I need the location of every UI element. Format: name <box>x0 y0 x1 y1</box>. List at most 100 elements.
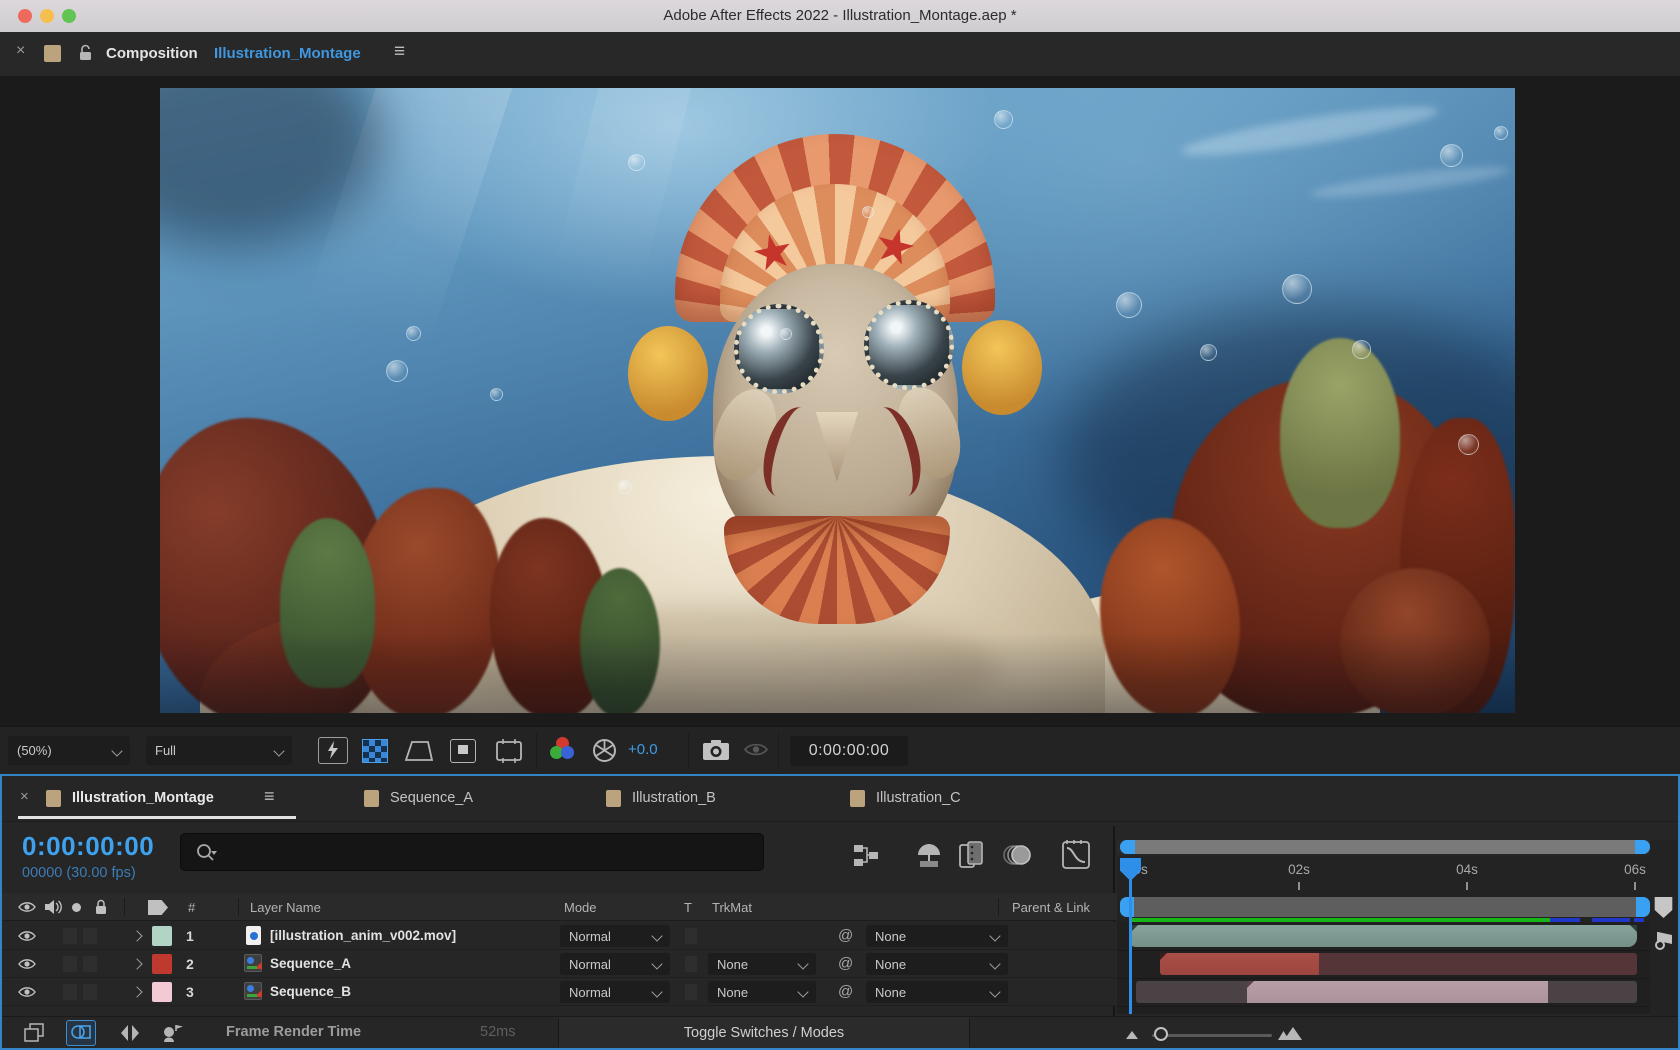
cache-indicator-green <box>1131 918 1550 922</box>
work-area-end-handle[interactable] <box>1636 897 1650 917</box>
tab-sequence-a[interactable]: Sequence_A <box>342 778 542 821</box>
work-area-bar[interactable] <box>1120 897 1650 917</box>
label-column-tag-icon <box>148 900 168 915</box>
navigator-start-handle[interactable] <box>1120 840 1135 854</box>
toggle-switches-modes-button[interactable]: Toggle Switches / Modes <box>559 1017 969 1048</box>
navigator-end-handle[interactable] <box>1635 840 1650 854</box>
zoom-out-mountain-icon[interactable] <box>1126 1031 1138 1039</box>
title-action-safe-icon[interactable] <box>450 739 476 763</box>
comp-marker-bin-icon[interactable] <box>1653 897 1674 918</box>
comp-panel-name[interactable]: Illustration_Montage <box>214 45 361 62</box>
expand-transfer-controls-icon[interactable] <box>66 1020 96 1046</box>
layer-twirl-icon[interactable] <box>131 986 142 997</box>
comp-panel-close-icon[interactable]: × <box>16 42 25 60</box>
layer-bar-3[interactable] <box>1247 981 1548 1003</box>
blend-mode-dropdown[interactable]: Normal <box>560 981 670 1003</box>
layer-name[interactable]: Sequence_A <box>270 956 351 971</box>
layer-row-3[interactable]: 3 Sequence_B Normal None @ None <box>2 978 1117 1006</box>
composition-panel-tab-bar: × Composition Illustration_Montage ≡ <box>0 32 1680 77</box>
layer-row-1[interactable]: 1 [illustration_anim_v002.mov] Normal @ … <box>2 922 1117 950</box>
preserve-transparency-cell[interactable] <box>684 983 698 1001</box>
tab-illustration-c[interactable]: Illustration_C <box>828 778 1028 821</box>
work-area-start-handle[interactable] <box>1120 897 1134 917</box>
toggle-render-time-icon[interactable] <box>160 1023 184 1043</box>
blend-mode-dropdown[interactable]: Normal <box>560 925 670 947</box>
layer-name[interactable]: Sequence_B <box>270 984 351 999</box>
comp-button-icon[interactable] <box>1652 928 1676 952</box>
layer-twirl-icon[interactable] <box>131 958 142 969</box>
layer-bar-1[interactable] <box>1131 925 1637 947</box>
snapshot-camera-icon[interactable] <box>702 739 730 761</box>
tab-illustration-montage[interactable]: × Illustration_Montage ≡ <box>10 778 310 821</box>
layer-label-chip[interactable] <box>152 954 172 974</box>
search-icon[interactable] <box>195 842 217 864</box>
transparency-grid-icon[interactable] <box>362 739 388 763</box>
search-input[interactable] <box>225 838 749 868</box>
grid-guides-icon[interactable] <box>494 739 524 763</box>
layer-label-chip[interactable] <box>152 926 172 946</box>
trkmat-dropdown[interactable]: None <box>708 981 816 1003</box>
audio-toggle-cell[interactable] <box>62 983 78 1001</box>
preview-time-display[interactable]: 0:00:00:00 <box>790 736 908 766</box>
panel-lock-icon[interactable] <box>78 44 93 62</box>
channel-rgb-icon[interactable] <box>548 737 576 765</box>
tab-illustration-b[interactable]: Illustration_B <box>584 778 784 821</box>
show-snapshot-eye-icon[interactable] <box>744 742 768 757</box>
layer-twirl-icon[interactable] <box>131 930 142 941</box>
region-of-interest-icon[interactable] <box>404 739 434 763</box>
preserve-transparency-cell[interactable] <box>684 927 698 945</box>
timeline-graph-area[interactable] <box>1117 922 1650 1014</box>
audio-toggle-cell[interactable] <box>62 927 78 945</box>
parent-pickwhip-icon[interactable]: @ <box>838 955 853 972</box>
motion-blur-icon[interactable] <box>1002 842 1034 868</box>
toolbar-separator <box>536 733 537 769</box>
time-ruler[interactable]: :00s 02s 04s 06s <box>1117 856 1650 894</box>
layer-bar-3-pre[interactable] <box>1136 981 1247 1003</box>
layer-label-chip[interactable] <box>152 982 172 1002</box>
magnification-dropdown[interactable]: (50%) <box>8 736 130 765</box>
tab-close-icon[interactable]: × <box>20 788 29 805</box>
trkmat-dropdown[interactable]: None <box>708 953 816 975</box>
layer-row-2[interactable]: 2 Sequence_A Normal None @ None <box>2 950 1117 978</box>
layer-bar-3-post[interactable] <box>1548 981 1637 1003</box>
fast-previews-icon[interactable] <box>318 737 348 764</box>
layer-visibility-eye-icon[interactable] <box>18 986 36 998</box>
search-box[interactable] <box>180 833 764 871</box>
lock-toggle-cell[interactable] <box>82 927 98 945</box>
cache-indicator-blue <box>1550 918 1580 922</box>
resolution-dropdown[interactable]: Full <box>146 736 292 765</box>
comp-panel-menu-icon[interactable]: ≡ <box>394 41 405 63</box>
frame-blending-icon[interactable] <box>958 840 984 870</box>
current-time-display[interactable]: 0:00:00:00 <box>22 831 154 862</box>
audio-toggle-cell[interactable] <box>62 955 78 973</box>
mini-flowchart-icon[interactable] <box>852 843 880 869</box>
blend-mode-dropdown[interactable]: Normal <box>560 953 670 975</box>
parent-pickwhip-icon[interactable]: @ <box>838 927 853 944</box>
parent-pickwhip-icon[interactable]: @ <box>838 983 853 1000</box>
expand-inout-panes-icon[interactable] <box>120 1023 140 1043</box>
preserve-transparency-cell[interactable] <box>684 955 698 973</box>
lock-toggle-cell[interactable] <box>82 955 98 973</box>
zoom-slider-track[interactable] <box>1152 1034 1272 1037</box>
zoom-slider-knob[interactable] <box>1154 1027 1168 1041</box>
layer-name[interactable]: [illustration_anim_v002.mov] <box>270 928 456 943</box>
composition-image[interactable] <box>160 88 1515 713</box>
graph-row-separator <box>1117 978 1650 979</box>
playhead-line[interactable] <box>1129 878 1132 1014</box>
exposure-aperture-icon[interactable] <box>592 738 617 763</box>
layer-bar-2[interactable] <box>1160 953 1319 975</box>
navigator-bar[interactable] <box>1120 840 1650 854</box>
draft-3d-icon[interactable] <box>914 841 944 869</box>
parent-dropdown[interactable]: None <box>866 953 1008 975</box>
exposure-value[interactable]: +0.0 <box>628 741 658 758</box>
viewer-toolbar: (50%) Full +0.0 <box>0 726 1680 775</box>
lock-toggle-cell[interactable] <box>82 983 98 1001</box>
layer-visibility-eye-icon[interactable] <box>18 958 36 970</box>
layer-bar-2-extension[interactable] <box>1319 953 1637 975</box>
expand-layer-switches-icon[interactable] <box>24 1023 46 1043</box>
layer-visibility-eye-icon[interactable] <box>18 930 36 942</box>
parent-dropdown[interactable]: None <box>866 981 1008 1003</box>
tab-menu-icon[interactable]: ≡ <box>264 786 275 807</box>
graph-editor-icon[interactable] <box>1060 839 1092 871</box>
parent-dropdown[interactable]: None <box>866 925 1008 947</box>
